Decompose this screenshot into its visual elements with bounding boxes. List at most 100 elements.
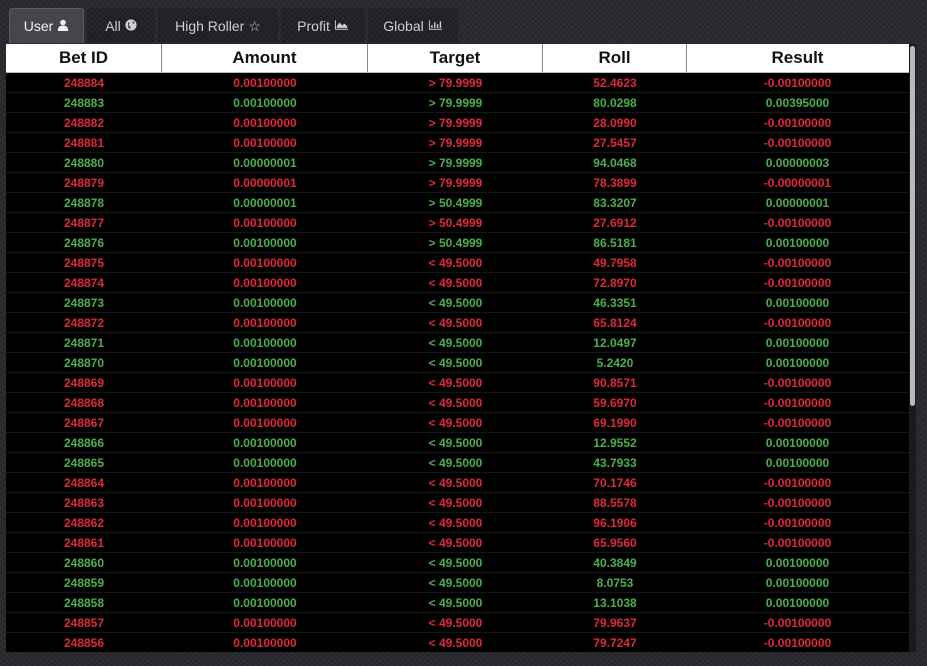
bet-id-cell: 248864 — [63, 475, 105, 490]
area-chart-icon — [334, 18, 349, 34]
amount-cell: 0.00000001 — [233, 195, 297, 210]
roll-cell: 78.3899 — [593, 175, 637, 190]
scrollbar[interactable] — [909, 44, 916, 652]
target-cell: < 49.5000 — [428, 395, 483, 410]
bet-id-cell: 248884 — [63, 75, 105, 90]
tab-all[interactable]: All — [87, 8, 155, 43]
roll-cell: 49.7958 — [593, 255, 637, 270]
roll-cell: 12.0497 — [593, 335, 637, 350]
table-row[interactable]: 248880 0.00000001 > 79.9999 94.0468 0.000000… — [6, 153, 916, 173]
target-cell: < 49.5000 — [428, 575, 483, 590]
header-roll: Roll — [543, 44, 687, 72]
roll-cell: 46.3351 — [593, 295, 637, 310]
target-cell: < 49.5000 — [428, 275, 483, 290]
result-cell: -0.00100000 — [763, 535, 832, 550]
target-cell: < 49.5000 — [428, 295, 483, 310]
result-cell: -0.00100000 — [763, 115, 832, 130]
tab-user[interactable]: User — [9, 8, 84, 43]
result-cell: 0.00100000 — [765, 235, 830, 250]
amount-cell: 0.00100000 — [233, 615, 297, 630]
tab-label: Global — [383, 18, 424, 34]
table-body: 248884 0.00100000 > 79.9999 52.4623 -0.00100… — [6, 73, 916, 652]
table-row[interactable]: 248879 0.00000001 > 79.9999 78.3899 -0.00000… — [6, 173, 916, 193]
target-cell: < 49.5000 — [428, 435, 483, 450]
table-row[interactable]: 248856 0.00100000 < 49.5000 79.7247 -0.00100… — [6, 633, 916, 652]
bet-id-cell: 248875 — [63, 255, 105, 270]
target-cell: < 49.5000 — [428, 315, 483, 330]
roll-cell: 79.7247 — [593, 635, 637, 650]
result-cell: 0.00100000 — [765, 575, 830, 590]
roll-cell: 94.0468 — [593, 155, 637, 170]
bet-id-cell: 248858 — [63, 595, 105, 610]
target-cell: < 49.5000 — [428, 595, 483, 610]
target-cell: > 79.9999 — [428, 95, 483, 110]
bet-id-cell: 248881 — [63, 135, 105, 150]
table-row[interactable]: 248864 0.00100000 < 49.5000 70.1746 -0.00100… — [6, 473, 916, 493]
tab-high-roller[interactable]: High Roller ☆ — [158, 8, 278, 43]
table-row[interactable]: 248874 0.00100000 < 49.5000 72.8970 -0.00100… — [6, 273, 916, 293]
table-row[interactable]: 248862 0.00100000 < 49.5000 96.1906 -0.00100… — [6, 513, 916, 533]
bet-id-cell: 248874 — [63, 275, 105, 290]
table-row[interactable]: 248877 0.00100000 > 50.4999 27.6912 -0.00100… — [6, 213, 916, 233]
table-row[interactable]: 248859 0.00100000 < 49.5000 8.0753 0.0010000… — [6, 573, 916, 593]
table-row[interactable]: 248870 0.00100000 < 49.5000 5.2420 0.0010000… — [6, 353, 916, 373]
table-row[interactable]: 248857 0.00100000 < 49.5000 79.9637 -0.00100… — [6, 613, 916, 633]
table-row[interactable]: 248881 0.00100000 > 79.9999 27.5457 -0.00100… — [6, 133, 916, 153]
table-row[interactable]: 248875 0.00100000 < 49.5000 49.7958 -0.00100… — [6, 253, 916, 273]
bar-chart-icon — [428, 18, 443, 34]
table-row[interactable]: 248858 0.00100000 < 49.5000 13.1038 0.001000… — [6, 593, 916, 613]
result-cell: -0.00100000 — [763, 475, 832, 490]
table-row[interactable]: 248867 0.00100000 < 49.5000 69.1990 -0.00100… — [6, 413, 916, 433]
roll-cell: 65.9560 — [593, 535, 637, 550]
scrollbar-thumb[interactable] — [910, 46, 915, 406]
target-cell: < 49.5000 — [428, 555, 483, 570]
table-row[interactable]: 248869 0.00100000 < 49.5000 90.8571 -0.00100… — [6, 373, 916, 393]
amount-cell: 0.00100000 — [233, 435, 297, 450]
table-row[interactable]: 248868 0.00100000 < 49.5000 59.6970 -0.00100… — [6, 393, 916, 413]
tab-global[interactable]: Global — [368, 8, 458, 43]
table-row[interactable]: 248873 0.00100000 < 49.5000 46.3351 0.001000… — [6, 293, 916, 313]
result-cell: -0.00100000 — [763, 515, 832, 530]
roll-cell: 69.1990 — [593, 415, 637, 430]
tab-profit[interactable]: Profit — [281, 8, 365, 43]
header-bet-id: Bet ID — [6, 44, 162, 72]
table-row[interactable]: 248860 0.00100000 < 49.5000 40.3849 0.001000… — [6, 553, 916, 573]
roll-cell: 70.1746 — [593, 475, 637, 490]
amount-cell: 0.00100000 — [233, 515, 297, 530]
table-row[interactable]: 248876 0.00100000 > 50.4999 86.5181 0.001000… — [6, 233, 916, 253]
result-cell: -0.00100000 — [763, 635, 832, 650]
amount-cell: 0.00100000 — [233, 495, 297, 510]
table-row[interactable]: 248861 0.00100000 < 49.5000 65.9560 -0.00100… — [6, 533, 916, 553]
table-row[interactable]: 248866 0.00100000 < 49.5000 12.9552 0.001000… — [6, 433, 916, 453]
result-cell: 0.00395000 — [765, 95, 830, 110]
table-row[interactable]: 248884 0.00100000 > 79.9999 52.4623 -0.00100… — [6, 73, 916, 93]
table-row[interactable]: 248865 0.00100000 < 49.5000 43.7933 0.001000… — [6, 453, 916, 473]
amount-cell: 0.00100000 — [233, 455, 297, 470]
amount-cell: 0.00100000 — [233, 335, 297, 350]
result-cell: 0.00100000 — [765, 355, 830, 370]
table-row[interactable]: 248878 0.00000001 > 50.4999 83.3207 0.000000… — [6, 193, 916, 213]
amount-cell: 0.00100000 — [233, 535, 297, 550]
table-row[interactable]: 248883 0.00100000 > 79.9999 80.0298 0.003950… — [6, 93, 916, 113]
bet-id-cell: 248859 — [63, 575, 105, 590]
tab-label: Profit — [297, 18, 330, 34]
amount-cell: 0.00100000 — [233, 355, 297, 370]
result-cell: -0.00100000 — [763, 615, 832, 630]
result-cell: 0.00100000 — [765, 555, 830, 570]
target-cell: < 49.5000 — [428, 495, 483, 510]
bet-id-cell: 248871 — [63, 335, 105, 350]
table-row[interactable]: 248863 0.00100000 < 49.5000 88.5578 -0.00100… — [6, 493, 916, 513]
target-cell: < 49.5000 — [428, 515, 483, 530]
bet-id-cell: 248856 — [63, 635, 105, 650]
table-row[interactable]: 248882 0.00100000 > 79.9999 28.0990 -0.00100… — [6, 113, 916, 133]
bet-id-cell: 248879 — [63, 175, 105, 190]
bet-id-cell: 248883 — [63, 95, 105, 110]
result-cell: 0.00000001 — [765, 195, 830, 210]
user-icon — [57, 18, 69, 34]
target-cell: > 79.9999 — [428, 155, 483, 170]
amount-cell: 0.00000001 — [233, 155, 297, 170]
result-cell: -0.00100000 — [763, 215, 832, 230]
roll-cell: 13.1038 — [593, 595, 637, 610]
table-row[interactable]: 248871 0.00100000 < 49.5000 12.0497 0.001000… — [6, 333, 916, 353]
table-row[interactable]: 248872 0.00100000 < 49.5000 65.8124 -0.00100… — [6, 313, 916, 333]
